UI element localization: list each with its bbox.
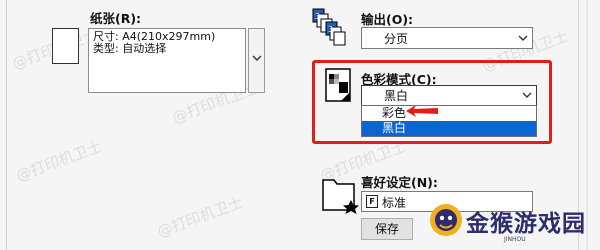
- logo-subtext: JINHOU: [504, 236, 526, 243]
- paper-label: 纸张(R):: [90, 11, 142, 26]
- favorites-selected-value: 标准: [382, 196, 407, 210]
- watermark: @打印机卫士: [154, 193, 246, 241]
- paper-icon: [52, 28, 79, 64]
- chevron-down-icon: [252, 55, 262, 61]
- site-logo: 金猴游戏园 JINHOU: [428, 196, 588, 248]
- output-select[interactable]: 分页: [361, 27, 533, 49]
- output-selected-value: 分页: [384, 32, 409, 46]
- annotation-highlight-box: [312, 60, 552, 144]
- window-left-edge: [6, 0, 7, 250]
- favorite-setting-icon: F: [366, 195, 378, 208]
- chevron-down-icon: [518, 35, 528, 41]
- favorites-folder-icon: [322, 174, 362, 214]
- save-button[interactable]: 保存: [361, 218, 413, 240]
- monkey-logo-icon: [430, 204, 462, 236]
- favorites-label: 喜好设定(N):: [361, 175, 438, 190]
- watermark: @打印机卫士: [13, 137, 105, 185]
- paper-dropdown-button[interactable]: [248, 28, 265, 93]
- svg-text:3: 3: [315, 12, 320, 21]
- paper-type-text: 类型: 自动选择: [93, 42, 167, 55]
- output-label: 输出(O):: [361, 12, 414, 27]
- collate-output-icon: 3 3: [312, 8, 346, 46]
- paper-info-box[interactable]: 尺寸: A4(210x297mm) 类型: 自动选择: [88, 28, 246, 93]
- svg-text:3: 3: [328, 25, 333, 34]
- logo-text: 金猴游戏园: [466, 211, 586, 237]
